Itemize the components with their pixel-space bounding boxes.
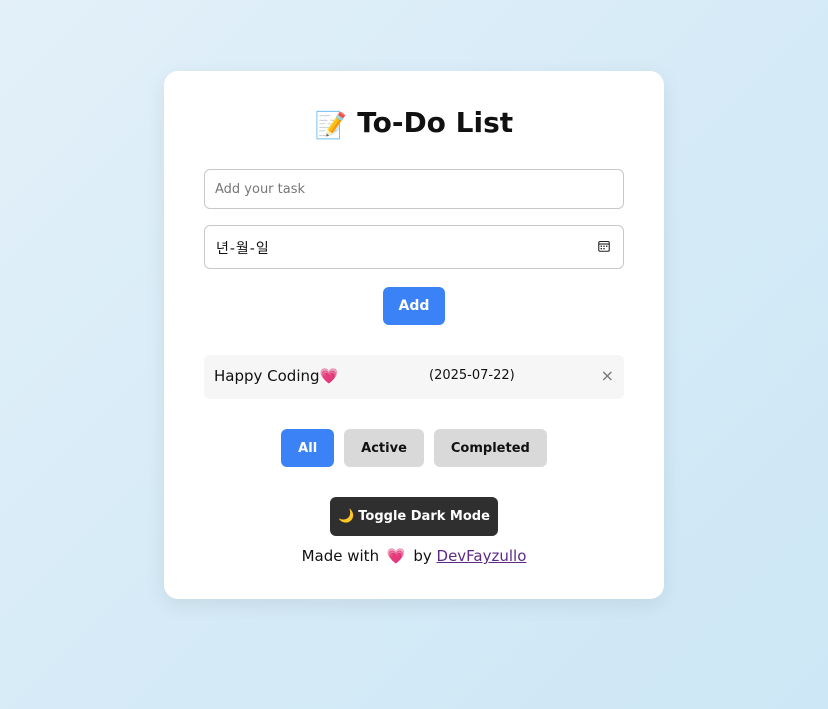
task-text: Happy Coding💗 [214,367,339,385]
memo-icon: 📝 [314,111,348,141]
task-date: (2025-07-22) [429,368,515,383]
task-list-item[interactable]: Happy Coding💗 (2025-07-22) × [204,355,624,399]
toggle-dark-mode-label: Toggle Dark Mode [358,509,490,524]
page-title: 📝 To-Do List [164,103,664,146]
moon-icon: 🌙 [338,509,355,524]
filter-all-button[interactable]: All [281,429,335,467]
footer: Made with 💗 by DevFayzullo [164,547,664,565]
filter-active-button[interactable]: Active [344,429,424,467]
toggle-dark-mode-button[interactable]: 🌙 Toggle Dark Mode [330,497,498,536]
add-task-button[interactable]: Add [383,287,445,325]
todo-card: 📝 To-Do List 년-월-일 Add Happy Coding💗 (202… [164,71,664,599]
task-input[interactable] [204,169,624,209]
footer-by: by [413,547,432,565]
date-input[interactable]: 년-월-일 [204,225,624,269]
page-title-text: To-Do List [357,106,514,139]
footer-prefix: Made with [301,547,380,565]
heart-icon: 💗 [386,547,406,565]
filter-bar: All Active Completed [164,429,664,467]
filter-completed-button[interactable]: Completed [433,429,547,467]
date-input-placeholder: 년-월-일 [216,241,270,257]
delete-task-icon[interactable]: × [601,367,614,385]
author-link[interactable]: DevFayzullo [437,547,527,565]
calendar-icon[interactable] [598,240,610,252]
